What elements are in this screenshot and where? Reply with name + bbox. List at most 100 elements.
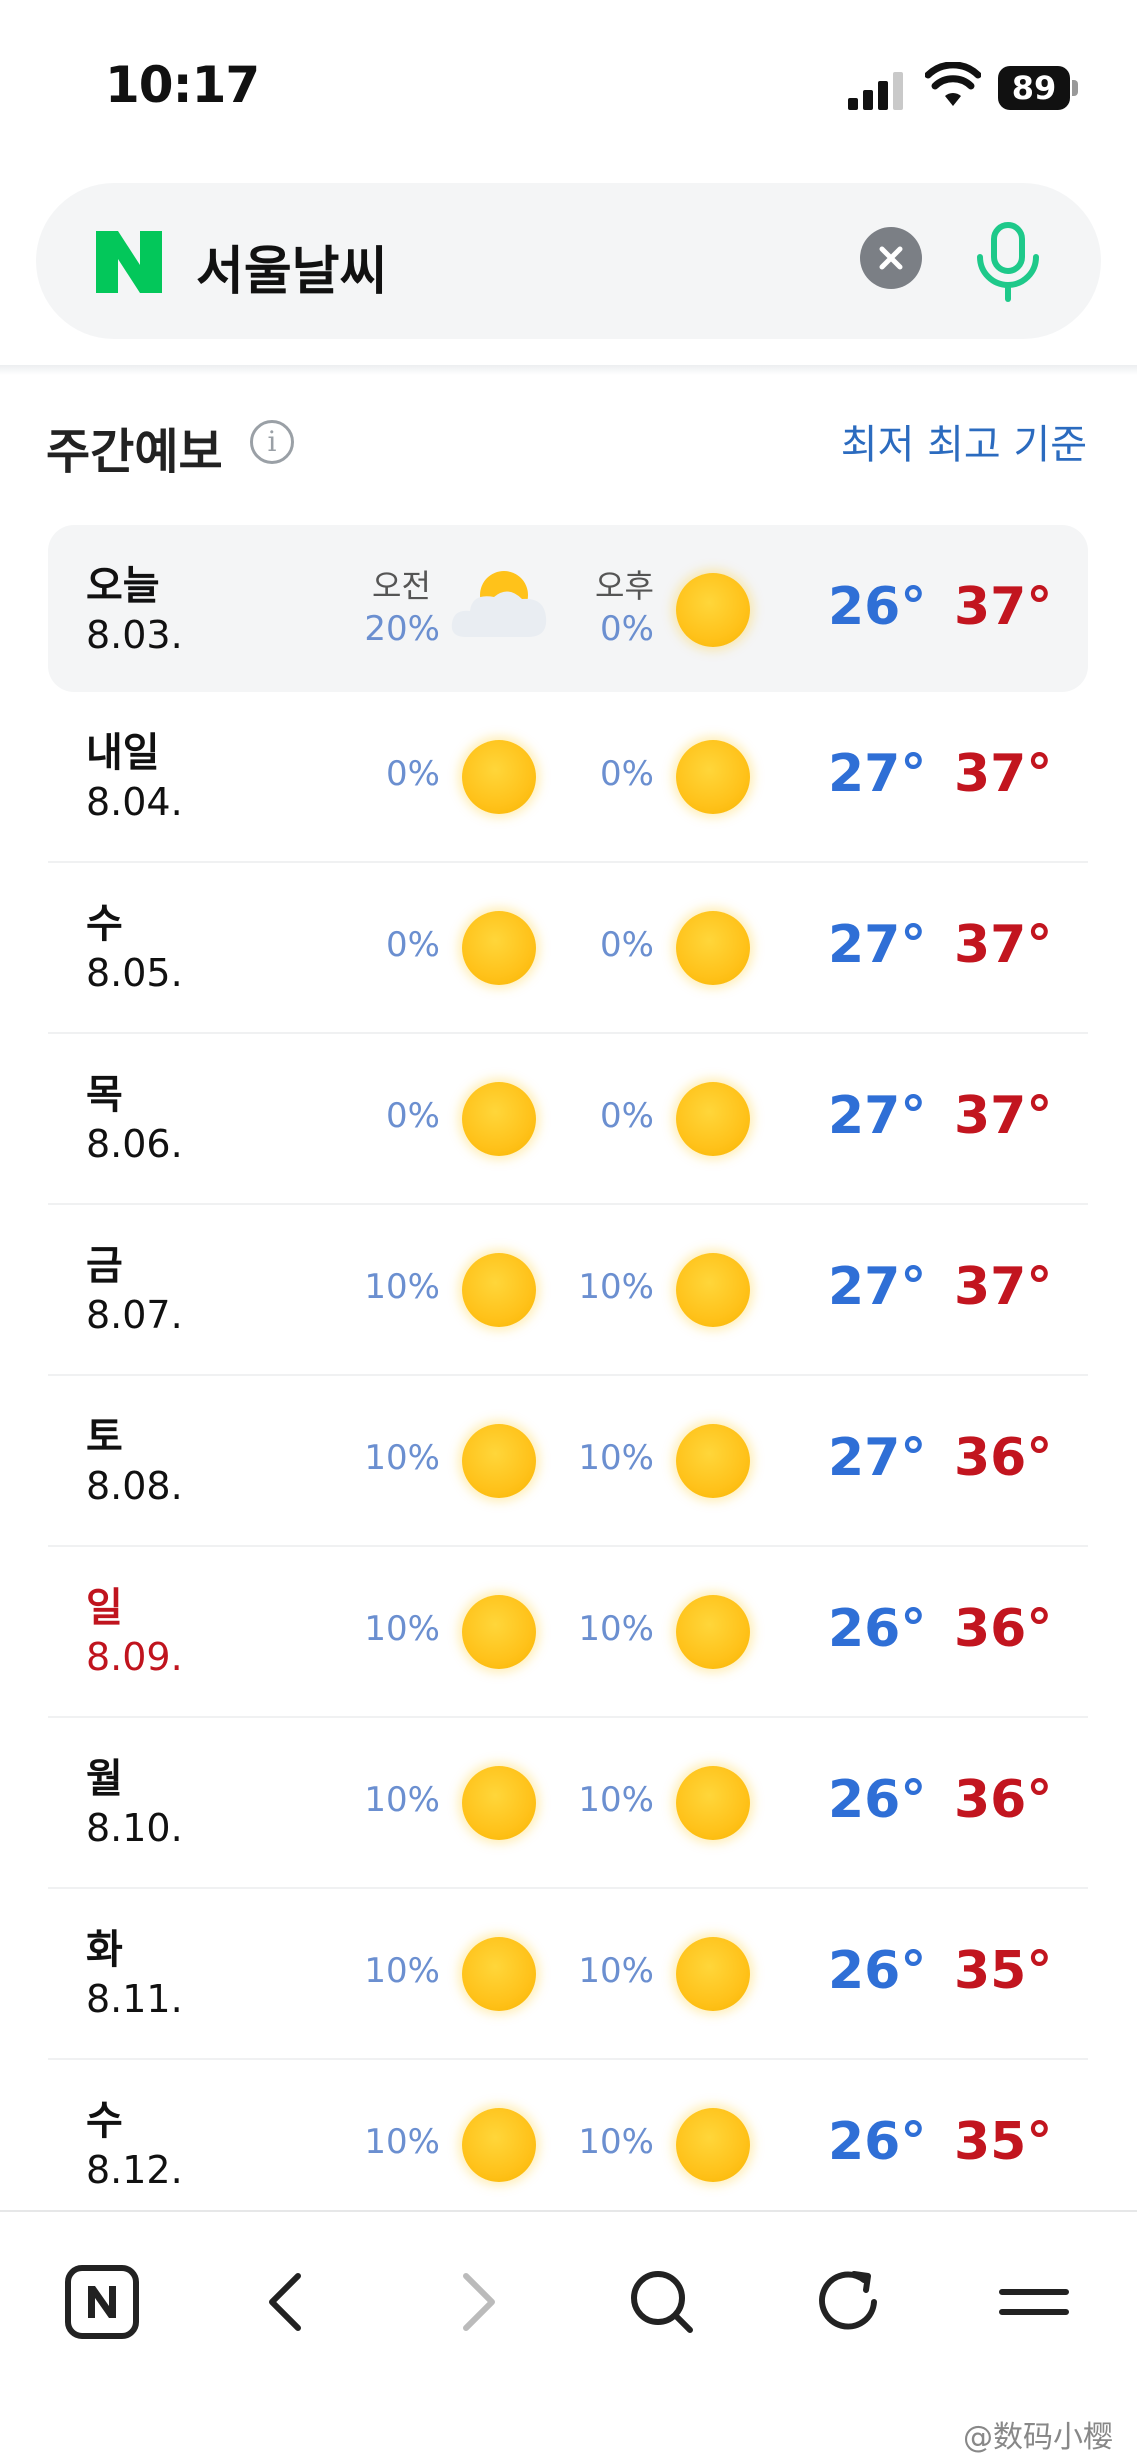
forecast-row[interactable]: 화 8.11. 10% 10% 26° 35° xyxy=(48,1889,1088,2060)
low-temp: 26° xyxy=(828,1770,927,1830)
sun-icon xyxy=(676,1937,750,2011)
high-temp: 37° xyxy=(954,744,1053,804)
date-label: 8.09. xyxy=(86,1635,183,1679)
battery-level: 89 xyxy=(998,66,1070,110)
date-label: 8.04. xyxy=(86,780,183,824)
low-temp: 27° xyxy=(828,1086,927,1146)
low-temp: 27° xyxy=(828,915,927,975)
pm-precip: 0% xyxy=(600,925,654,965)
high-temp: 37° xyxy=(954,1086,1053,1146)
battery-indicator: 89 xyxy=(998,66,1078,110)
battery-nub xyxy=(1072,80,1078,96)
watermark: @数码小樱 xyxy=(963,2420,1113,2455)
low-temp: 26° xyxy=(828,577,927,637)
day-label: 일 xyxy=(86,1585,123,1631)
bottom-navigation: @数码小樱 xyxy=(0,2210,1137,2464)
forecast-row[interactable]: 금 8.07. 10% 10% 27° 37° xyxy=(48,1205,1088,1376)
am-precip: 10% xyxy=(364,2122,440,2162)
pm-precip: 10% xyxy=(578,1951,654,1991)
naver-home-icon[interactable] xyxy=(62,2262,142,2342)
day-label: 수 xyxy=(86,2098,123,2144)
forecast-row[interactable]: 토 8.08. 10% 10% 27° 36° xyxy=(48,1376,1088,1547)
day-label: 내일 xyxy=(86,730,160,776)
forecast-row[interactable]: 수 8.05. 0% 0% 27° 37° xyxy=(48,863,1088,1034)
low-temp: 27° xyxy=(828,744,927,804)
high-temp: 37° xyxy=(954,1257,1053,1317)
high-temp: 36° xyxy=(954,1770,1053,1830)
forecast-row[interactable]: 내일 8.04. 0% 0% 27° 37° xyxy=(48,692,1088,863)
wifi-icon xyxy=(925,62,981,106)
cellular-signal-icon xyxy=(848,72,903,110)
day-label: 월 xyxy=(86,1756,123,1802)
pm-precip: 10% xyxy=(578,1609,654,1649)
search-bar[interactable]: 서울날씨 xyxy=(36,183,1101,339)
sun-icon xyxy=(462,2108,536,2182)
high-temp: 36° xyxy=(954,1599,1053,1659)
sun-icon xyxy=(462,1595,536,1669)
pm-precip: 10% xyxy=(578,1438,654,1478)
microphone-icon[interactable] xyxy=(968,219,1048,303)
forecast-row[interactable]: 일 8.09. 10% 10% 26° 36° xyxy=(48,1547,1088,1718)
sun-icon xyxy=(462,1082,536,1156)
high-temp: 37° xyxy=(954,915,1053,975)
date-label: 8.10. xyxy=(86,1806,183,1850)
am-precip: 0% xyxy=(386,754,440,794)
sun-icon xyxy=(676,1424,750,1498)
date-label: 8.11. xyxy=(86,1977,183,2021)
status-time: 10:17 xyxy=(105,56,260,114)
day-label: 토 xyxy=(86,1414,123,1460)
high-temp: 37° xyxy=(954,577,1053,637)
forward-icon[interactable] xyxy=(436,2262,516,2342)
day-label: 수 xyxy=(86,901,123,947)
am-precip: 10% xyxy=(364,1951,440,1991)
sun-icon xyxy=(462,740,536,814)
pm-precip: 0% xyxy=(600,1096,654,1136)
am-precip: 10% xyxy=(364,1267,440,1307)
sun-icon xyxy=(676,740,750,814)
sun-icon xyxy=(676,573,750,647)
date-label: 8.06. xyxy=(86,1122,183,1166)
search-icon[interactable] xyxy=(622,2262,702,2342)
low-temp: 27° xyxy=(828,1428,927,1488)
search-query[interactable]: 서울날씨 xyxy=(196,229,387,304)
sun-icon xyxy=(462,1766,536,1840)
am-label: 오전 xyxy=(372,567,431,605)
back-icon[interactable] xyxy=(248,2262,328,2342)
date-label: 8.12. xyxy=(86,2148,183,2192)
high-temp: 35° xyxy=(954,1941,1053,2001)
status-bar: 10:17 89 xyxy=(0,0,1137,170)
am-precip: 10% xyxy=(364,1609,440,1649)
low-temp: 27° xyxy=(828,1257,927,1317)
weekly-forecast-list: 오늘 8.03. 오전 오후 20% 0% 26° 37° 내일 8.04. 0% 0% 27° 37°… xyxy=(48,525,1088,2231)
info-icon[interactable]: i xyxy=(250,420,294,464)
pm-precip: 10% xyxy=(578,1780,654,1820)
forecast-row[interactable]: 오늘 8.03. 오전 오후 20% 0% 26° 37° xyxy=(48,525,1088,692)
sort-toggle-link[interactable]: 최저 최고 기준 xyxy=(841,412,1087,470)
clear-button[interactable] xyxy=(860,227,922,289)
refresh-icon[interactable] xyxy=(808,2262,888,2342)
date-label: 8.07. xyxy=(86,1293,183,1337)
naver-logo[interactable] xyxy=(94,227,164,297)
forecast-row[interactable]: 목 8.06. 0% 0% 27° 37° xyxy=(48,1034,1088,1205)
sun-icon xyxy=(676,1595,750,1669)
day-label: 금 xyxy=(86,1243,123,1289)
am-precip: 10% xyxy=(364,1780,440,1820)
am-precip: 0% xyxy=(386,925,440,965)
header-divider xyxy=(0,365,1137,375)
pm-precip: 0% xyxy=(600,609,654,649)
menu-icon[interactable] xyxy=(994,2262,1074,2342)
sun-icon xyxy=(676,1082,750,1156)
low-temp: 26° xyxy=(828,1599,927,1659)
pm-precip: 10% xyxy=(578,2122,654,2162)
am-precip: 10% xyxy=(364,1438,440,1478)
partly-cloudy-icon xyxy=(451,571,547,637)
low-temp: 26° xyxy=(828,1941,927,2001)
sun-icon xyxy=(676,1253,750,1327)
forecast-row[interactable]: 수 8.12. 10% 10% 26° 35° xyxy=(48,2060,1088,2231)
sun-icon xyxy=(462,1253,536,1327)
sun-icon xyxy=(462,1937,536,2011)
day-label: 화 xyxy=(86,1927,123,1973)
sun-icon xyxy=(462,1424,536,1498)
am-precip: 0% xyxy=(386,1096,440,1136)
forecast-row[interactable]: 월 8.10. 10% 10% 26° 36° xyxy=(48,1718,1088,1889)
